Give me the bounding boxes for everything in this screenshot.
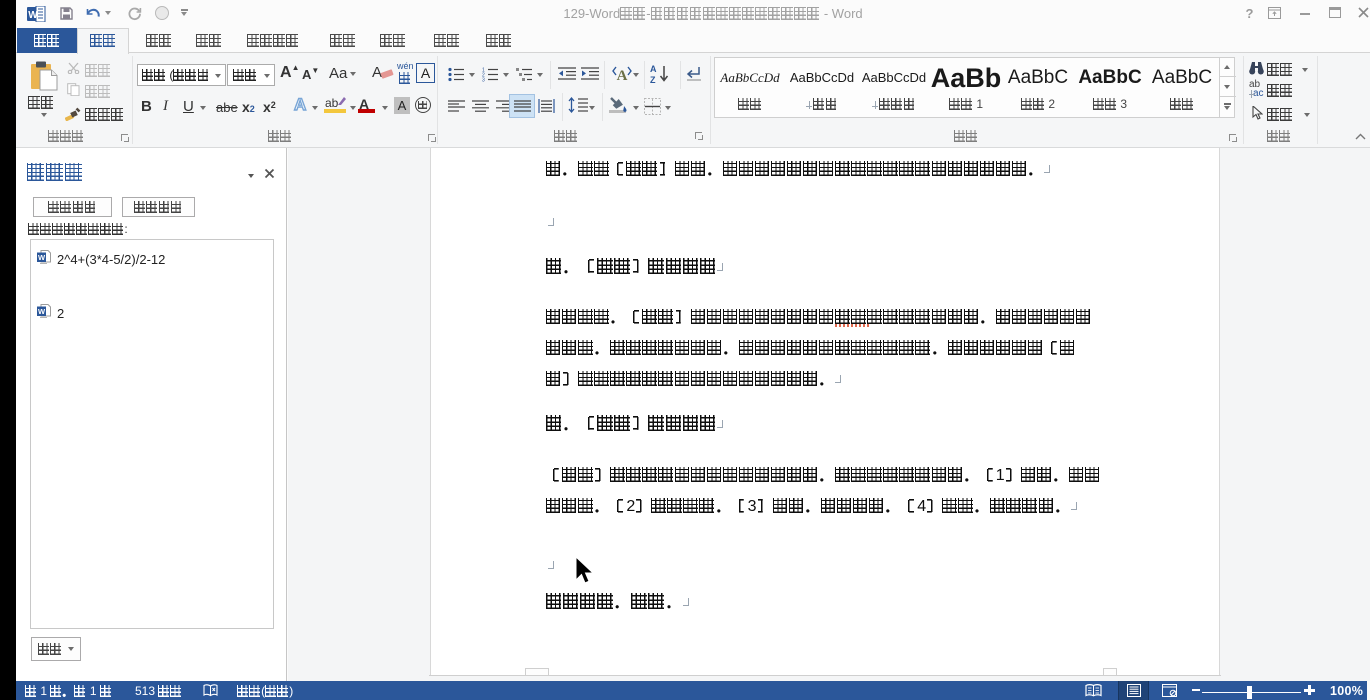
svg-text:W: W (38, 253, 46, 262)
svg-text:W: W (38, 307, 46, 316)
